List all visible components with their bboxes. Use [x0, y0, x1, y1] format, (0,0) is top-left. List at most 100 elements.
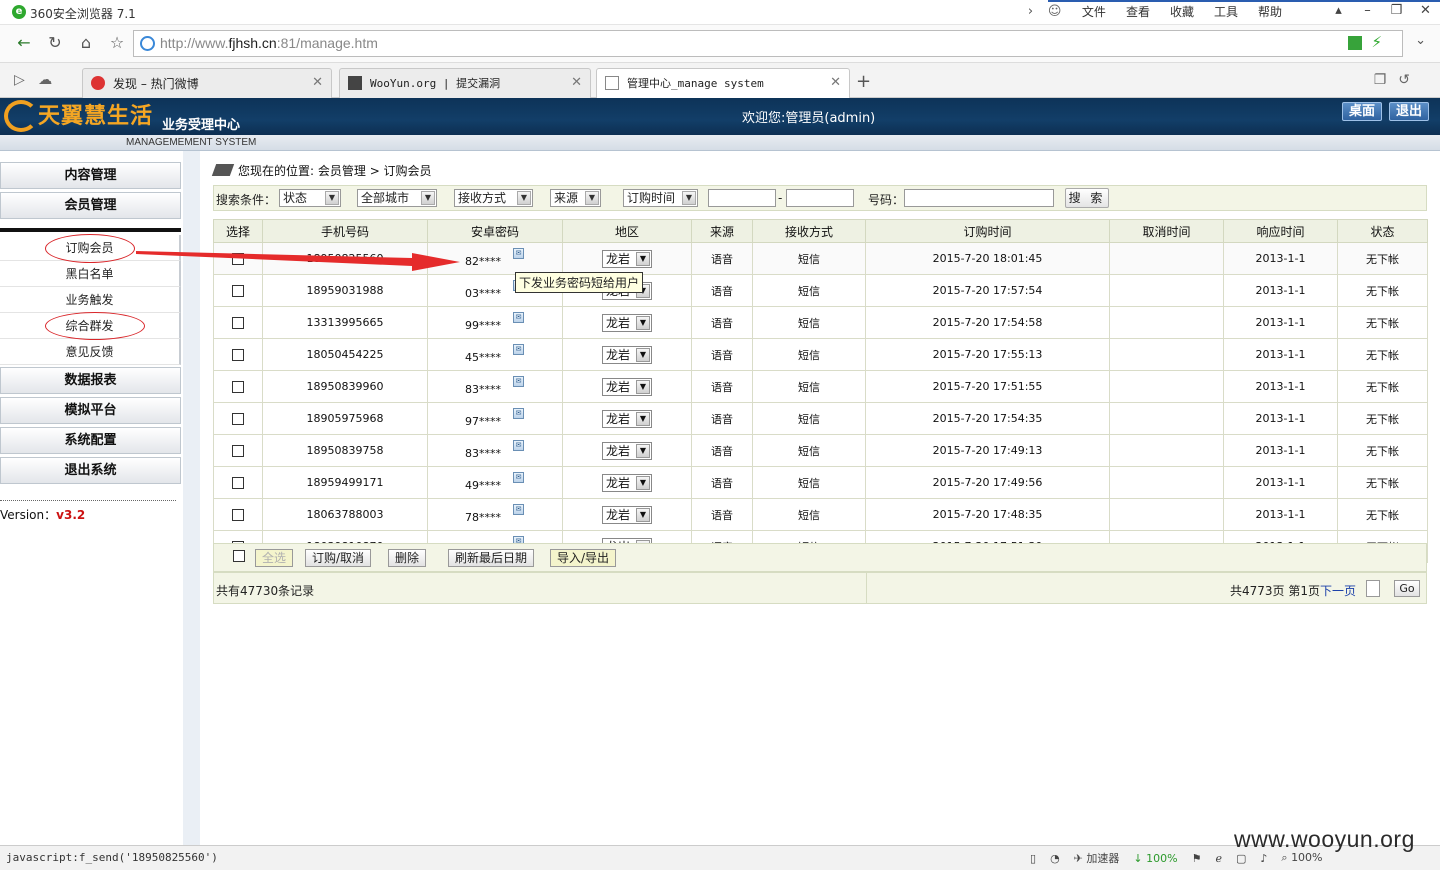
col-region: 地区	[562, 219, 692, 243]
logout-button[interactable]: 退出	[1389, 102, 1430, 121]
row-checkbox[interactable]	[232, 253, 244, 265]
row-checkbox[interactable]	[232, 381, 244, 393]
menu-help[interactable]: 帮助	[1248, 3, 1292, 20]
ie-icon[interactable]: ℯ	[1215, 852, 1222, 865]
center-name: 业务受理中心	[162, 118, 241, 133]
end-date-input[interactable]	[786, 189, 854, 207]
row-checkbox[interactable]	[232, 509, 244, 521]
chevron-right-icon[interactable]: ›	[1028, 4, 1048, 19]
send-password-icon[interactable]: ✉	[513, 408, 524, 419]
receive-cell: 短信	[752, 498, 866, 531]
send-password-icon[interactable]: ✉	[513, 504, 524, 515]
qr-code-icon[interactable]	[1348, 36, 1362, 50]
source-select[interactable]: 来源 ▼	[550, 189, 601, 207]
close-icon[interactable]: ✕	[312, 75, 323, 90]
sidebar-section-reports[interactable]: 数据报表	[0, 367, 181, 394]
back-arrow-icon[interactable]: ←	[14, 33, 34, 53]
flag-icon[interactable]: ⚑	[1192, 852, 1202, 865]
close-icon[interactable]: ✕	[571, 75, 582, 90]
menu-tools[interactable]: 工具	[1204, 3, 1248, 20]
row-checkbox[interactable]	[232, 445, 244, 457]
cancel-time-cell	[1109, 274, 1224, 307]
region-select[interactable]: 龙岩▼	[602, 473, 652, 492]
sidebar-section-config[interactable]: 系统配置	[0, 427, 181, 454]
sidebar-item-feedback[interactable]: 意见反馈	[0, 339, 181, 365]
send-password-icon[interactable]: ✉	[513, 472, 524, 483]
number-input[interactable]	[904, 189, 1054, 207]
welcome-text: 欢迎您:管理员(admin)	[742, 111, 876, 126]
region-select[interactable]: 龙岩▼	[602, 249, 652, 268]
home-icon[interactable]: ⌂	[76, 33, 96, 53]
page-number-input[interactable]	[1366, 580, 1380, 597]
phone-cell: 18050454225	[262, 338, 428, 371]
send-password-icon[interactable]: ✉	[513, 312, 524, 323]
send-password-icon[interactable]: ✉	[513, 248, 524, 259]
sidebar-section-content[interactable]: 内容管理	[0, 162, 181, 189]
region-select[interactable]: 龙岩▼	[602, 313, 652, 332]
menu-file[interactable]: 文件	[1072, 3, 1116, 20]
menu-favorites[interactable]: 收藏	[1160, 3, 1204, 20]
row-checkbox[interactable]	[232, 317, 244, 329]
close-window-button[interactable]: ✕	[1411, 0, 1440, 22]
sidebar-section-members[interactable]: 会员管理	[0, 192, 181, 219]
speaker-icon[interactable]: ♪	[1260, 852, 1267, 865]
region-select[interactable]: 龙岩▼	[602, 409, 652, 428]
go-button[interactable]: Go	[1394, 580, 1420, 597]
tab-wooyun[interactable]: WooYun.org | 提交漏洞 ✕	[339, 68, 591, 98]
sidebar-item-trigger[interactable]: 业务触发	[0, 287, 181, 313]
tab-weibo[interactable]: 发现 – 热门微博 ✕	[82, 68, 332, 98]
row-checkbox[interactable]	[232, 349, 244, 361]
city-select[interactable]: 全部城市 ▼	[357, 189, 437, 207]
phone-icon[interactable]: ▯	[1030, 852, 1036, 865]
minimize-button[interactable]: –	[1353, 0, 1382, 22]
region-select[interactable]: 龙岩▼	[602, 377, 652, 396]
sidebar-item-blackwhitelist[interactable]: 黑白名单	[0, 261, 181, 287]
tab-tools-icons[interactable]: ❐↺	[1374, 72, 1422, 88]
import-export-button[interactable]: 导入/导出	[550, 549, 617, 567]
subscribe-cancel-button[interactable]: 订购/取消	[305, 549, 372, 567]
send-password-icon[interactable]: ✉	[513, 376, 524, 387]
new-tab-icon[interactable]: +	[856, 71, 871, 92]
accelerator-button[interactable]: ✈ 加速器	[1074, 850, 1120, 866]
send-password-icon[interactable]: ✉	[513, 440, 524, 451]
row-checkbox[interactable]	[232, 413, 244, 425]
desktop-button[interactable]: 桌面	[1342, 102, 1383, 121]
response-time-cell: 2013-1-1	[1223, 242, 1338, 275]
order-time-select[interactable]: 订购时间 ▼	[623, 189, 698, 207]
start-date-input[interactable]	[708, 189, 776, 207]
star-icon[interactable]: ☆	[107, 33, 127, 53]
menu-view[interactable]: 查看	[1116, 3, 1160, 20]
search-button[interactable]: 搜 索	[1065, 188, 1109, 208]
select-all-checkbox[interactable]	[233, 550, 245, 562]
row-checkbox[interactable]	[232, 477, 244, 489]
refresh-date-button[interactable]: 刷新最后日期	[448, 549, 535, 567]
receive-cell: 短信	[752, 434, 866, 467]
sidebar-section-simulator[interactable]: 模拟平台	[0, 397, 181, 424]
tab-manage-system[interactable]: 管理中心_manage system ✕	[596, 68, 850, 99]
maximize-button[interactable]: ❒	[1382, 0, 1411, 22]
send-password-icon[interactable]: ✉	[513, 344, 524, 355]
skin-icon[interactable]: ▴	[1324, 0, 1353, 22]
user-icon[interactable]: ☺	[1048, 4, 1072, 19]
row-checkbox[interactable]	[232, 285, 244, 297]
sidebar-section-exit[interactable]: 退出系统	[0, 457, 181, 484]
close-icon[interactable]: ✕	[830, 75, 841, 90]
window-icon[interactable]: ▢	[1236, 852, 1246, 865]
region-select[interactable]: 龙岩▼	[602, 345, 652, 364]
region-select[interactable]: 龙岩▼	[602, 505, 652, 524]
select-all-button[interactable]: 全选	[255, 549, 294, 567]
refresh-icon[interactable]: ↻	[45, 33, 65, 53]
receive-select[interactable]: 接收方式 ▼	[454, 189, 533, 207]
zoom-indicator[interactable]: ⌕ 100%	[1281, 851, 1322, 865]
page-icon	[605, 76, 619, 90]
download-indicator[interactable]: ↓ 100%	[1133, 852, 1177, 865]
region-select[interactable]: 龙岩▼	[602, 441, 652, 460]
url-field[interactable]: http://www.fjhsh.cn:81/manage.htm ⚡	[133, 30, 1403, 57]
speed-icon[interactable]: ◔	[1050, 852, 1060, 865]
delete-button[interactable]: 删除	[388, 549, 427, 567]
lightning-icon[interactable]: ⚡	[1371, 33, 1382, 51]
chevron-down-icon[interactable]: ⌄	[1415, 33, 1426, 48]
sidebar-toggle-icon[interactable]: ▷ ☁	[14, 72, 52, 88]
status-select[interactable]: 状态 ▼	[279, 189, 341, 207]
next-page-link[interactable]: 下一页	[1320, 582, 1356, 599]
